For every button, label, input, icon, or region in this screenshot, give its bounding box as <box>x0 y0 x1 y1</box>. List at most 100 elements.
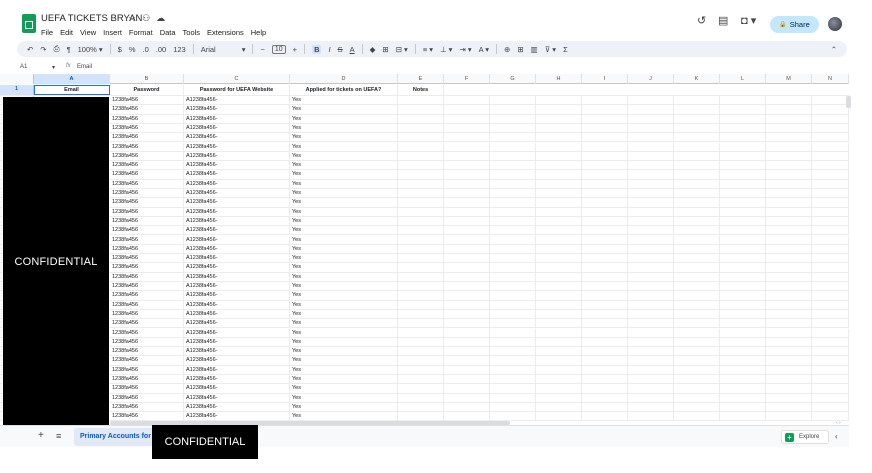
table-cell[interactable] <box>766 309 812 319</box>
table-cell[interactable] <box>444 365 490 374</box>
table-cell[interactable] <box>812 319 849 328</box>
table-cell[interactable] <box>720 244 766 254</box>
table-cell[interactable]: Yes <box>290 263 398 272</box>
table-cell[interactable]: Yes <box>290 207 398 216</box>
table-cell[interactable] <box>444 198 490 207</box>
table-cell[interactable] <box>674 235 720 244</box>
table-cell[interactable] <box>582 105 628 114</box>
text-wrap-icon[interactable]: ⇥ ▾ <box>459 45 471 54</box>
table-cell[interactable] <box>582 402 628 412</box>
table-cell[interactable] <box>766 319 812 328</box>
table-cell[interactable]: 1238fa456 <box>110 272 184 281</box>
table-cell[interactable]: A1238fa456- <box>184 170 290 179</box>
table-cell[interactable] <box>766 133 812 142</box>
table-cell[interactable] <box>628 105 674 114</box>
table-cell[interactable] <box>674 356 720 365</box>
table-cell[interactable] <box>490 402 536 412</box>
sheet-tab-active[interactable]: Primary Accounts for UEFA <box>74 428 154 446</box>
insert-chart-icon[interactable]: ▥ <box>531 45 538 54</box>
table-cell[interactable] <box>766 365 812 374</box>
table-cell[interactable] <box>674 365 720 374</box>
table-cell[interactable] <box>720 347 766 356</box>
table-cell[interactable]: Yes <box>290 226 398 235</box>
column-header-e[interactable]: E <box>398 74 444 84</box>
text-color-button[interactable]: A <box>350 45 355 54</box>
table-cell[interactable] <box>536 105 582 114</box>
table-cell[interactable] <box>628 300 674 309</box>
table-cell[interactable]: Yes <box>290 300 398 309</box>
table-cell[interactable] <box>398 114 444 123</box>
table-cell[interactable] <box>674 244 720 254</box>
table-cell[interactable] <box>444 300 490 309</box>
table-cell[interactable]: 1238fa456 <box>110 263 184 272</box>
table-cell[interactable] <box>720 402 766 412</box>
comments-icon[interactable]: ▤ <box>718 14 728 27</box>
table-cell[interactable] <box>720 254 766 263</box>
header-cell[interactable]: Password for UEFA Website <box>184 85 290 95</box>
table-cell[interactable]: Yes <box>290 161 398 170</box>
table-cell[interactable] <box>398 123 444 133</box>
table-cell[interactable]: 1238fa456 <box>110 179 184 188</box>
horizontal-align-icon[interactable]: ≡ ▾ <box>423 45 433 54</box>
table-cell[interactable]: Yes <box>290 179 398 188</box>
sheets-logo-icon[interactable] <box>22 14 36 33</box>
table-cell[interactable] <box>490 272 536 281</box>
table-cell[interactable] <box>720 189 766 198</box>
table-cell[interactable]: A1238fa456- <box>184 347 290 356</box>
table-cell[interactable] <box>766 384 812 393</box>
table-cell[interactable] <box>536 412 582 421</box>
table-cell[interactable] <box>490 216 536 226</box>
table-cell[interactable]: Yes <box>290 375 398 384</box>
side-panel-chevron-icon[interactable]: ‹ <box>835 432 838 441</box>
table-cell[interactable] <box>720 170 766 179</box>
table-cell[interactable] <box>582 198 628 207</box>
increase-decimal-icon[interactable]: .00 <box>156 45 166 54</box>
table-cell[interactable] <box>398 226 444 235</box>
header-cell[interactable]: Applied for tickets on UEFA? <box>290 85 398 95</box>
font-size-input[interactable]: 10 <box>271 44 286 54</box>
table-cell[interactable] <box>720 328 766 337</box>
table-cell[interactable]: 1238fa456 <box>110 365 184 374</box>
table-cell[interactable]: 1238fa456 <box>110 319 184 328</box>
table-cell[interactable] <box>674 282 720 291</box>
table-cell[interactable]: A1238fa456- <box>184 375 290 384</box>
table-cell[interactable] <box>444 105 490 114</box>
version-history-icon[interactable]: ↺ <box>697 14 706 27</box>
table-cell[interactable] <box>536 226 582 235</box>
table-cell[interactable]: A1238fa456- <box>184 189 290 198</box>
column-header-l[interactable]: L <box>720 74 766 84</box>
table-cell[interactable] <box>766 216 812 226</box>
table-cell[interactable] <box>628 161 674 170</box>
table-cell[interactable] <box>582 226 628 235</box>
table-cell[interactable] <box>536 114 582 123</box>
font-select[interactable]: Arial <box>201 45 235 54</box>
table-cell[interactable] <box>582 319 628 328</box>
table-cell[interactable] <box>766 151 812 161</box>
table-cell[interactable]: A1238fa456- <box>184 319 290 328</box>
table-cell[interactable] <box>536 254 582 263</box>
menu-view[interactable]: View <box>80 28 96 37</box>
table-cell[interactable]: A1238fa456- <box>184 384 290 393</box>
table-cell[interactable]: 1238fa456 <box>110 105 184 114</box>
explore-button[interactable]: + Explore <box>781 430 829 444</box>
table-cell[interactable] <box>674 309 720 319</box>
column-header-f[interactable]: F <box>444 74 490 84</box>
table-cell[interactable] <box>674 105 720 114</box>
table-cell[interactable] <box>582 337 628 347</box>
table-cell[interactable]: Yes <box>290 402 398 412</box>
table-cell[interactable] <box>674 300 720 309</box>
text-rotation-icon[interactable]: A ▾ <box>479 45 489 54</box>
table-cell[interactable] <box>582 179 628 188</box>
table-cell[interactable] <box>674 319 720 328</box>
table-cell[interactable] <box>720 151 766 161</box>
table-cell[interactable] <box>720 207 766 216</box>
table-cell[interactable]: A1238fa456- <box>184 142 290 151</box>
table-cell[interactable] <box>444 263 490 272</box>
table-cell[interactable]: A1238fa456- <box>184 337 290 347</box>
table-cell[interactable] <box>582 235 628 244</box>
table-cell[interactable] <box>536 96 582 105</box>
table-cell[interactable] <box>490 105 536 114</box>
table-cell[interactable]: 1238fa456 <box>110 161 184 170</box>
table-cell[interactable] <box>444 356 490 365</box>
table-cell[interactable] <box>536 244 582 254</box>
